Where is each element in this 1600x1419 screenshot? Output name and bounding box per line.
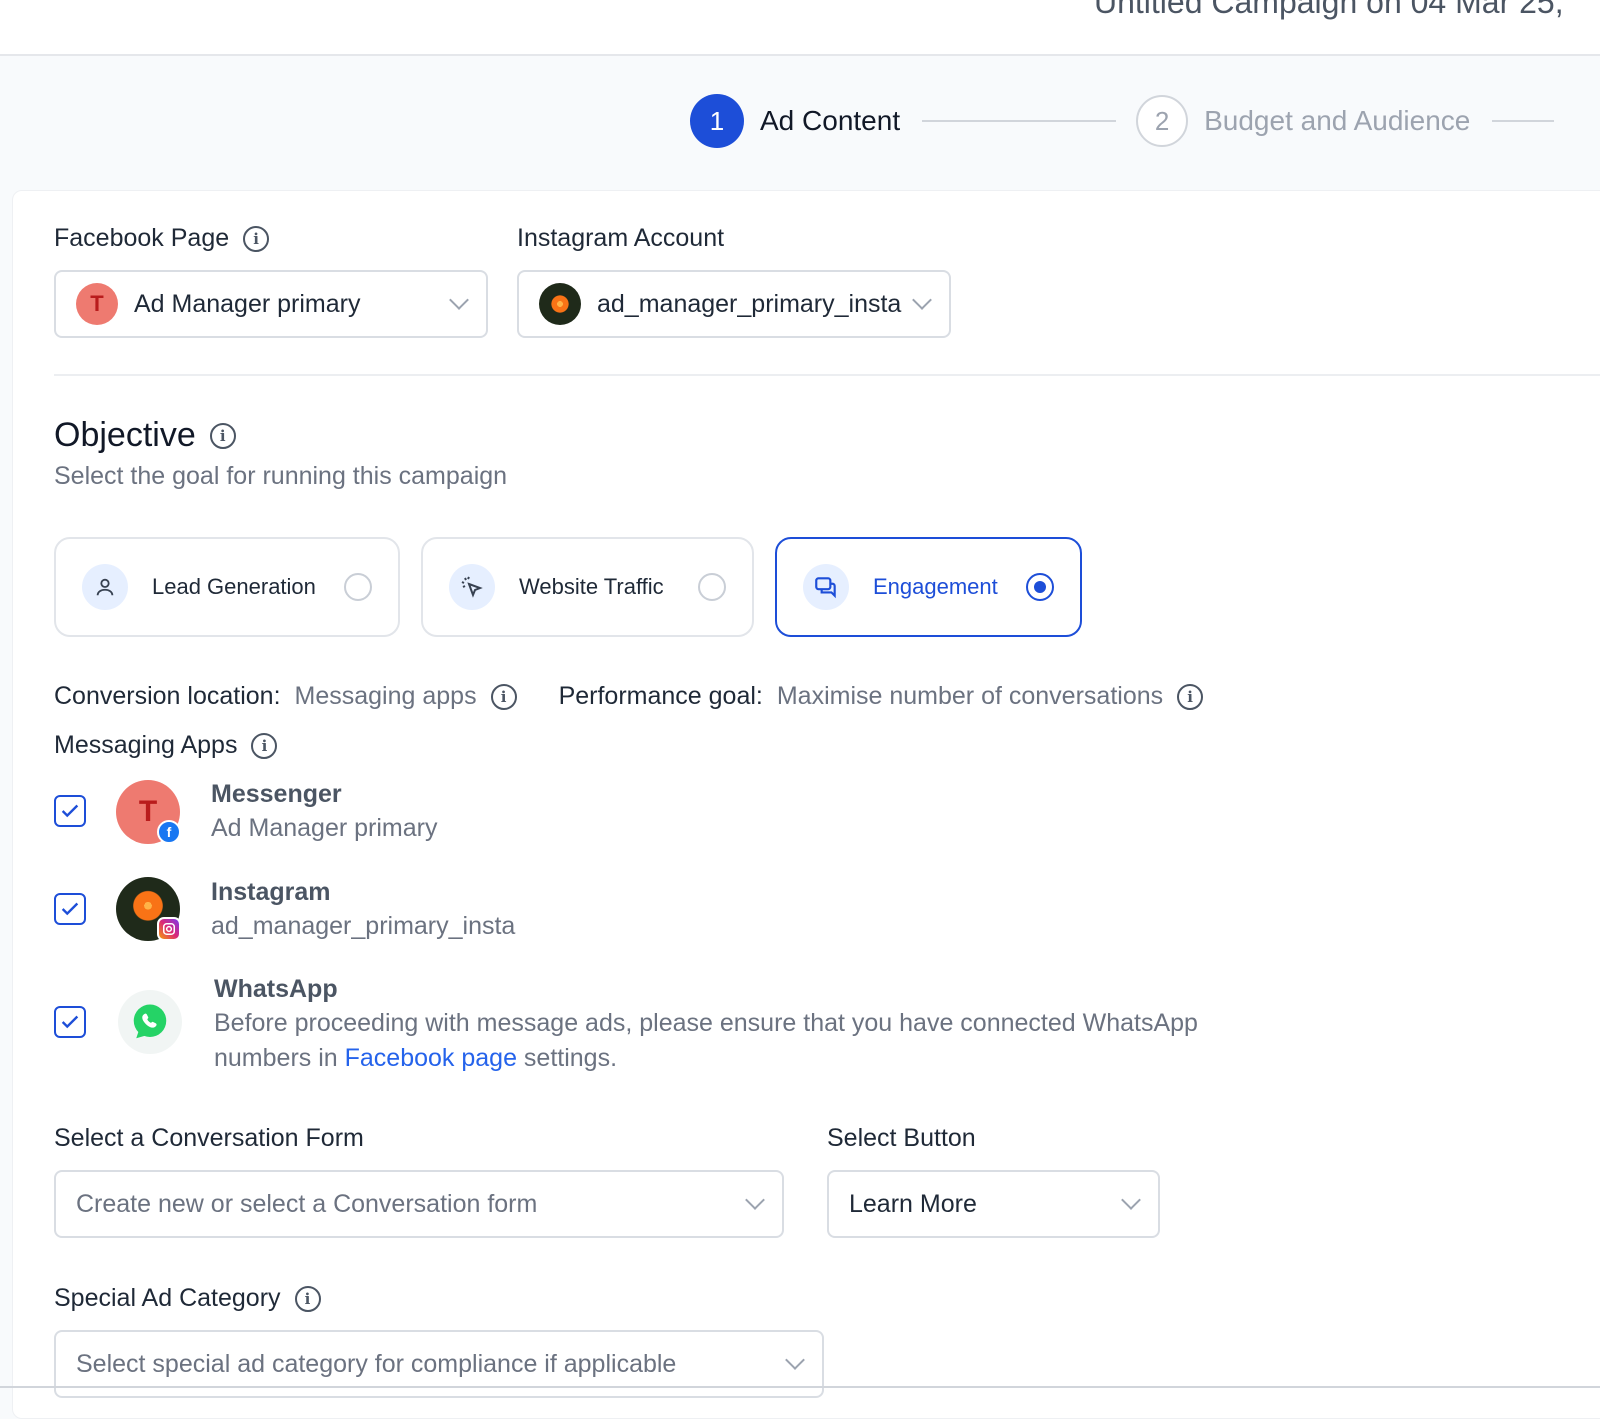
chat-bubbles-icon — [803, 564, 849, 610]
special-ad-category-label-text: Special Ad Category — [54, 1284, 281, 1312]
performance-goal-value: Maximise number of conversations — [776, 682, 1164, 710]
step-1-circle[interactable]: 1 — [690, 94, 744, 148]
info-icon[interactable]: i — [251, 732, 278, 759]
objective-radio[interactable] — [698, 573, 726, 601]
whatsapp-name: WhatsApp — [214, 975, 338, 1003]
objective-subtitle: Select the goal for running this campaig… — [54, 462, 508, 490]
whatsapp-icon — [133, 1004, 167, 1039]
whatsapp-checkbox[interactable] — [54, 1006, 86, 1038]
facebook-icon: f — [157, 820, 181, 844]
messaging-apps-label-text: Messaging Apps — [54, 731, 238, 759]
objective-title: Objective i — [54, 416, 236, 455]
instagram-account-value: ad_manager_primary_insta — [597, 289, 902, 318]
conversion-location-value: Messaging apps — [294, 682, 477, 710]
objective-website-traffic[interactable]: Website Traffic — [421, 537, 754, 637]
conversation-form-select[interactable]: Create new or select a Conversation form — [54, 1170, 784, 1238]
instagram-avatar — [539, 283, 581, 325]
facebook-page-select[interactable]: T Ad Manager primary — [54, 270, 488, 338]
objective-title-text: Objective — [54, 416, 196, 454]
conversation-form-label: Select a Conversation Form — [54, 1124, 364, 1153]
campaign-title[interactable]: Untitled Campaign on 04 Mar 25, — [1094, 0, 1564, 21]
conversion-location-label: Conversion location: — [54, 682, 281, 710]
special-ad-category-label: Special Ad Category i — [54, 1284, 321, 1313]
step-2-label[interactable]: Budget and Audience — [1204, 105, 1470, 137]
messenger-subtitle: Ad Manager primary — [211, 814, 438, 842]
step-1-label[interactable]: Ad Content — [760, 105, 900, 137]
messenger-avatar-letter: T — [138, 795, 158, 828]
chevron-down-icon — [1121, 1190, 1141, 1210]
whatsapp-subtitle-line1: Before proceeding with message ads, plea… — [214, 1009, 1198, 1037]
messenger-checkbox[interactable] — [54, 795, 86, 827]
select-button-label: Select Button — [827, 1124, 976, 1153]
special-ad-category-placeholder: Select special ad category for complianc… — [76, 1349, 677, 1378]
step-2-circle[interactable]: 2 — [1136, 95, 1189, 147]
objective-lead-generation[interactable]: Lead Generation — [54, 537, 400, 637]
step-connector — [1492, 120, 1555, 122]
info-icon[interactable]: i — [294, 1285, 321, 1312]
messaging-apps-label: Messaging Apps i — [54, 731, 278, 760]
chevron-down-icon — [449, 290, 469, 310]
messenger-name: Messenger — [211, 780, 342, 808]
info-icon[interactable]: i — [490, 683, 517, 710]
objective-radio[interactable] — [344, 573, 372, 601]
user-icon — [82, 564, 128, 610]
whatsapp-avatar — [118, 990, 182, 1054]
instagram-subtitle: ad_manager_primary_insta — [211, 912, 516, 940]
select-button-label-text: Select Button — [827, 1124, 976, 1152]
page-avatar: T — [76, 283, 118, 325]
objective-label: Lead Generation — [152, 574, 316, 599]
stepper: 1 Ad Content 2 Budget and Audience — [690, 94, 1555, 148]
cursor-click-icon — [449, 564, 495, 610]
facebook-page-value: Ad Manager primary — [134, 289, 361, 318]
info-icon[interactable]: i — [1177, 683, 1204, 710]
top-bar: Untitled Campaign on 04 Mar 25, — [0, 0, 1600, 56]
objective-label: Website Traffic — [519, 574, 664, 599]
viewport-bottom-edge — [0, 1386, 1600, 1388]
step-connector — [922, 120, 1117, 122]
facebook-page-label-text: Facebook Page — [54, 224, 230, 252]
instagram-checkbox[interactable] — [54, 893, 86, 925]
chevron-down-icon — [785, 1350, 805, 1370]
instagram-account-select[interactable]: ad_manager_primary_insta — [517, 270, 951, 338]
whatsapp-subtitle-line2: numbers in Facebook page settings. — [214, 1041, 617, 1076]
facebook-page-label: Facebook Page i — [54, 224, 270, 253]
objective-radio-selected[interactable] — [1026, 573, 1054, 601]
chevron-down-icon — [912, 290, 932, 310]
conversion-row: Conversion location: Messaging apps i Pe… — [54, 682, 1204, 711]
instagram-name: Instagram — [211, 878, 331, 906]
info-icon[interactable]: i — [209, 422, 236, 449]
objective-engagement[interactable]: Engagement — [775, 537, 1082, 637]
facebook-page-link[interactable]: Facebook page — [345, 1044, 517, 1072]
info-icon[interactable]: i — [243, 225, 270, 252]
instagram-account-label-text: Instagram Account — [517, 224, 725, 252]
performance-goal-label: Performance goal: — [558, 682, 763, 710]
cta-button-select[interactable]: Learn More — [827, 1170, 1160, 1238]
whatsapp-subtitle-text: settings. — [516, 1044, 618, 1072]
objective-label: Engagement — [873, 574, 998, 599]
conversation-form-placeholder: Create new or select a Conversation form — [76, 1189, 538, 1218]
instagram-icon — [157, 917, 181, 941]
whatsapp-subtitle-text: numbers in — [214, 1044, 345, 1072]
cta-button-value: Learn More — [849, 1189, 977, 1218]
instagram-account-label: Instagram Account — [517, 224, 724, 253]
conversation-form-label-text: Select a Conversation Form — [54, 1124, 364, 1152]
chevron-down-icon — [745, 1190, 765, 1210]
section-divider — [54, 374, 1600, 376]
